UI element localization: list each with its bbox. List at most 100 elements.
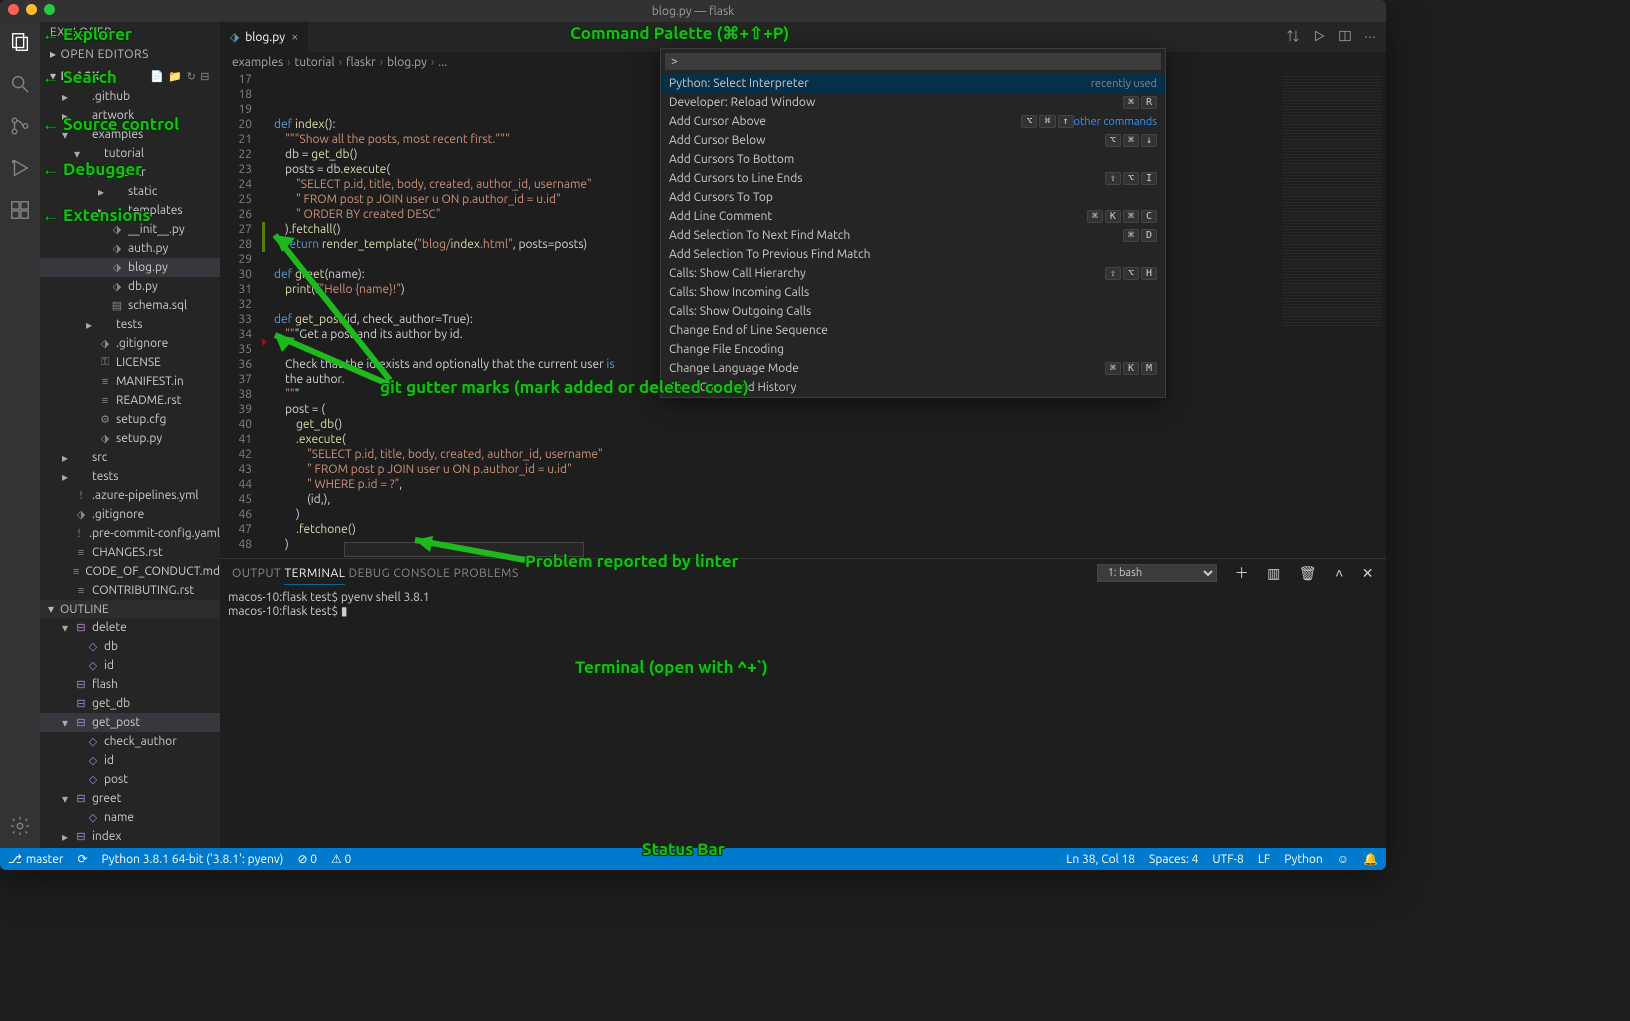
tree-item[interactable]: ▾tutorial: [40, 144, 220, 163]
outline-item[interactable]: ▾⊟get_post: [40, 713, 220, 732]
outline-item[interactable]: ⊟flash: [40, 675, 220, 694]
tree-item[interactable]: ▸.github: [40, 87, 220, 106]
palette-item[interactable]: Add Selection To Next Find Match⌘D: [661, 226, 1165, 245]
tree-item[interactable]: ▾examples: [40, 125, 220, 144]
palette-item[interactable]: Add Cursor Below⌥⌘↓: [661, 131, 1165, 150]
tree-item[interactable]: ≡CONTRIBUTING.rst: [40, 581, 220, 600]
tree-item[interactable]: ⚙setup.cfg: [40, 410, 220, 429]
terminal-select[interactable]: 1: bash: [1097, 564, 1217, 582]
tree-item[interactable]: ⬗.gitignore: [40, 334, 220, 353]
python-interpreter[interactable]: Python 3.8.1 64-bit ('3.8.1': pyenv): [102, 853, 284, 866]
panel-tab[interactable]: DEBUG CONSOLE: [349, 563, 451, 584]
folder-header[interactable]: ▾FLASK 📄 📁 ↻ ⊟: [40, 65, 220, 87]
command-palette-input[interactable]: >: [665, 53, 1161, 70]
panel-tab[interactable]: TERMINAL: [284, 563, 345, 585]
compare-icon[interactable]: [1286, 29, 1300, 46]
more-icon[interactable]: ⋯: [1364, 30, 1376, 44]
tab-blog-py[interactable]: ⬗ blog.py ×: [220, 22, 309, 52]
tree-item[interactable]: ≡README.rst: [40, 391, 220, 410]
crumb[interactable]: ...: [438, 56, 447, 69]
palette-item[interactable]: Add Cursors to Line Ends⇧⌥I: [661, 169, 1165, 188]
tree-item[interactable]: ⬗__init__.py: [40, 220, 220, 239]
tree-item[interactable]: ▤schema.sql: [40, 296, 220, 315]
palette-item[interactable]: Change Language Mode⌘KM: [661, 359, 1165, 378]
command-palette[interactable]: > Python: Select Interpreterrecently use…: [660, 48, 1166, 398]
tree-item[interactable]: ▸tests: [40, 315, 220, 334]
source-control-icon[interactable]: [8, 114, 32, 138]
close-panel-icon[interactable]: ✕: [1362, 565, 1374, 582]
run-icon[interactable]: [1312, 29, 1326, 46]
new-file-icon[interactable]: 📄: [150, 70, 164, 83]
palette-item[interactable]: Clear Command History: [661, 378, 1165, 397]
titlebar[interactable]: blog.py — flask: [0, 0, 1386, 22]
outline-item[interactable]: ◇name: [40, 808, 220, 827]
palette-item[interactable]: Calls: Show Incoming Calls: [661, 283, 1165, 302]
palette-item[interactable]: Add Cursor Above⌥⌘↑other commands: [661, 112, 1165, 131]
refresh-icon[interactable]: ↻: [187, 70, 197, 83]
tree-item[interactable]: ⬗db.py: [40, 277, 220, 296]
tree-item[interactable]: ≡CODE_OF_CONDUCT.md: [40, 562, 220, 581]
language-mode[interactable]: Python: [1284, 853, 1323, 866]
tree-item[interactable]: ▸static: [40, 182, 220, 201]
minimap[interactable]: [1276, 72, 1386, 558]
palette-item[interactable]: Change File Encoding: [661, 340, 1165, 359]
tree-item[interactable]: ▸templates: [40, 201, 220, 220]
collapse-icon[interactable]: ⊟: [200, 70, 210, 83]
new-terminal-icon[interactable]: ＋: [1235, 563, 1250, 583]
tree-item[interactable]: ⚿LICENSE: [40, 353, 220, 372]
search-icon[interactable]: [8, 72, 32, 96]
tree-item[interactable]: ⬗auth.py: [40, 239, 220, 258]
encoding[interactable]: UTF-8: [1212, 853, 1243, 866]
maximize-panel-icon[interactable]: ˄: [1335, 565, 1344, 581]
crumb[interactable]: examples: [232, 56, 283, 69]
outline-item[interactable]: ▸⊟index: [40, 827, 220, 846]
tree-item[interactable]: ≡MANIFEST.in: [40, 372, 220, 391]
palette-item[interactable]: Add Selection To Previous Find Match: [661, 245, 1165, 264]
palette-item[interactable]: Calls: Show Outgoing Calls: [661, 302, 1165, 321]
palette-item[interactable]: Add Cursors To Top: [661, 188, 1165, 207]
panel-tab[interactable]: OUTPUT: [232, 563, 281, 584]
traffic-lights[interactable]: [8, 4, 55, 15]
crumb[interactable]: blog.py: [387, 56, 427, 69]
crumb[interactable]: flaskr: [346, 56, 376, 69]
file-tree[interactable]: ▸.github▸artwork▾examples▾tutorial▾flask…: [40, 87, 220, 600]
outline-item[interactable]: ▾⊟delete: [40, 618, 220, 637]
outline-item[interactable]: ◇check_author: [40, 732, 220, 751]
close-tab-icon[interactable]: ×: [291, 30, 298, 44]
outline-item[interactable]: ◇id: [40, 656, 220, 675]
zoom-window-icon[interactable]: [44, 4, 55, 15]
tree-item[interactable]: ⬗setup.py: [40, 429, 220, 448]
tree-item[interactable]: ▸artwork: [40, 106, 220, 125]
close-window-icon[interactable]: [8, 4, 19, 15]
settings-gear-icon[interactable]: [8, 814, 32, 838]
errors-count[interactable]: ⊘ 0: [297, 852, 317, 866]
tree-item[interactable]: ▸src: [40, 448, 220, 467]
palette-item[interactable]: Developer: Reload Window⌘R: [661, 93, 1165, 112]
linter-hover[interactable]: undefined name 'local_post' flake8(F821)…: [344, 542, 584, 557]
palette-item[interactable]: Change End of Line Sequence: [661, 321, 1165, 340]
outline-item[interactable]: ◇id: [40, 751, 220, 770]
feedback-icon[interactable]: ☺: [1337, 852, 1349, 866]
tree-item[interactable]: ⬗blog.py: [40, 258, 220, 277]
crumb[interactable]: tutorial: [295, 56, 335, 69]
panel-tab[interactable]: PROBLEMS: [454, 563, 519, 584]
indentation[interactable]: Spaces: 4: [1149, 853, 1198, 866]
debug-icon[interactable]: [8, 156, 32, 180]
palette-item[interactable]: Add Cursors To Bottom: [661, 150, 1165, 169]
split-editor-icon[interactable]: [1338, 29, 1352, 46]
tree-item[interactable]: !.pre-commit-config.yaml: [40, 524, 220, 543]
git-branch[interactable]: ⎇ master: [8, 852, 63, 866]
tree-item[interactable]: ▸tests: [40, 467, 220, 486]
outline-item[interactable]: ◇post: [40, 770, 220, 789]
tree-item[interactable]: !.azure-pipelines.yml: [40, 486, 220, 505]
tree-item[interactable]: ▾flaskr: [40, 163, 220, 182]
outline-item[interactable]: ⊟get_db: [40, 694, 220, 713]
warnings-count[interactable]: ⚠ 0: [331, 852, 351, 866]
palette-item[interactable]: Calls: Show Call Hierarchy⇧⌥H: [661, 264, 1165, 283]
new-folder-icon[interactable]: 📁: [168, 70, 182, 83]
outline-tree[interactable]: ▾⊟delete◇db◇id⊟flash⊟get_db▾⊟get_post◇ch…: [40, 618, 220, 848]
tree-item[interactable]: ≡CHANGES.rst: [40, 543, 220, 562]
open-editors-header[interactable]: ▸OPEN EDITORS: [40, 43, 220, 65]
outline-item[interactable]: ▾⊟greet: [40, 789, 220, 808]
notifications-icon[interactable]: 🔔: [1363, 852, 1378, 866]
